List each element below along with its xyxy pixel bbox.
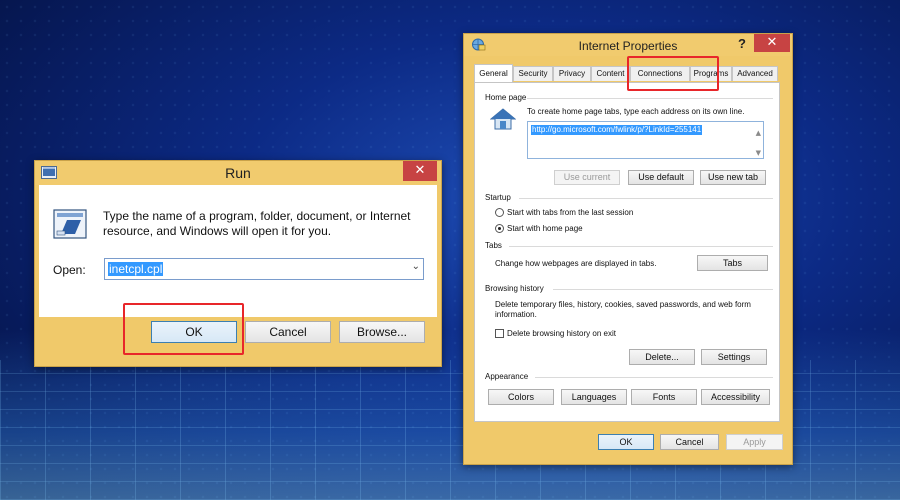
tabs-group-title: Tabs bbox=[485, 241, 502, 250]
startup-home-page-radio[interactable] bbox=[495, 224, 504, 233]
startup-home-page-label: Start with home page bbox=[507, 224, 583, 233]
browsing-history-description: Delete temporary files, history, cookies… bbox=[495, 300, 751, 319]
languages-button[interactable]: Languages bbox=[561, 389, 627, 405]
open-input-value: inetcpl.cpl bbox=[108, 262, 164, 276]
run-program-icon bbox=[53, 209, 87, 239]
startup-group-title: Startup bbox=[485, 193, 511, 202]
appearance-divider bbox=[535, 377, 773, 378]
use-current-button[interactable]: Use current bbox=[554, 170, 620, 185]
ie-titlebar[interactable]: Internet Properties ? ✕ bbox=[464, 34, 792, 56]
home-icon bbox=[490, 108, 516, 130]
tabs-divider bbox=[509, 246, 773, 247]
use-new-tab-button[interactable]: Use new tab bbox=[700, 170, 766, 185]
run-client-area: Type the name of a program, folder, docu… bbox=[39, 185, 437, 317]
ok-highlight-box bbox=[123, 303, 244, 355]
connections-highlight-box bbox=[627, 56, 719, 91]
run-browse-button[interactable]: Browse... bbox=[339, 321, 425, 343]
tab-content[interactable]: Content bbox=[591, 66, 630, 81]
ie-ok-button[interactable]: OK bbox=[598, 434, 654, 450]
use-default-button[interactable]: Use default bbox=[628, 170, 694, 185]
startup-divider bbox=[519, 198, 773, 199]
delete-history-on-exit-label: Delete browsing history on exit bbox=[507, 329, 616, 338]
run-close-button[interactable]: ✕ bbox=[403, 161, 437, 181]
ie-cancel-button[interactable]: Cancel bbox=[660, 434, 719, 450]
tab-advanced[interactable]: Advanced bbox=[732, 66, 778, 81]
colors-button[interactable]: Colors bbox=[488, 389, 554, 405]
run-cancel-button[interactable]: Cancel bbox=[245, 321, 331, 343]
browsing-history-divider bbox=[553, 289, 773, 290]
home-page-url-input[interactable]: http://go.microsoft.com/fwlink/p/?LinkId… bbox=[527, 121, 764, 159]
chevron-down-icon[interactable]: ⌄ bbox=[412, 261, 420, 272]
general-tab-panel: Home page To create home page tabs, type… bbox=[474, 82, 780, 422]
open-label: Open: bbox=[53, 263, 86, 277]
close-icon: ✕ bbox=[766, 35, 778, 50]
tab-security[interactable]: Security bbox=[513, 66, 553, 81]
startup-last-session-label: Start with tabs from the last session bbox=[507, 208, 634, 217]
internet-properties-dialog: Internet Properties ? ✕ General Security… bbox=[463, 33, 793, 465]
startup-last-session-radio[interactable] bbox=[495, 208, 504, 217]
home-page-url-value: http://go.microsoft.com/fwlink/p/?LinkId… bbox=[531, 125, 703, 135]
home-page-group-title: Home page bbox=[485, 93, 527, 102]
browsing-history-group-title: Browsing history bbox=[485, 284, 544, 293]
tab-privacy[interactable]: Privacy bbox=[553, 66, 591, 81]
run-description: Type the name of a program, folder, docu… bbox=[103, 209, 411, 238]
tabs-settings-button[interactable]: Tabs bbox=[697, 255, 768, 271]
run-titlebar[interactable]: Run ✕ bbox=[35, 161, 441, 185]
appearance-group-title: Appearance bbox=[485, 372, 529, 381]
close-icon: ✕ bbox=[414, 163, 426, 178]
home-page-divider bbox=[527, 98, 773, 99]
scroll-arrows-icon[interactable]: ▲ ▼ bbox=[756, 123, 761, 163]
ie-apply-button[interactable]: Apply bbox=[726, 434, 783, 450]
home-page-hint: To create home page tabs, type each addr… bbox=[527, 107, 745, 116]
accessibility-button[interactable]: Accessibility bbox=[701, 389, 770, 405]
tabs-description: Change how webpages are displayed in tab… bbox=[495, 259, 657, 268]
delete-button[interactable]: Delete... bbox=[629, 349, 695, 365]
delete-history-on-exit-checkbox[interactable] bbox=[495, 329, 504, 338]
history-settings-button[interactable]: Settings bbox=[701, 349, 767, 365]
open-input[interactable]: inetcpl.cpl ⌄ bbox=[104, 258, 424, 280]
run-title: Run bbox=[225, 165, 251, 181]
help-button[interactable]: ? bbox=[732, 35, 752, 53]
fonts-button[interactable]: Fonts bbox=[631, 389, 697, 405]
tab-general[interactable]: General bbox=[474, 64, 513, 82]
ie-close-button[interactable]: ✕ bbox=[754, 34, 790, 52]
help-icon: ? bbox=[738, 36, 746, 51]
